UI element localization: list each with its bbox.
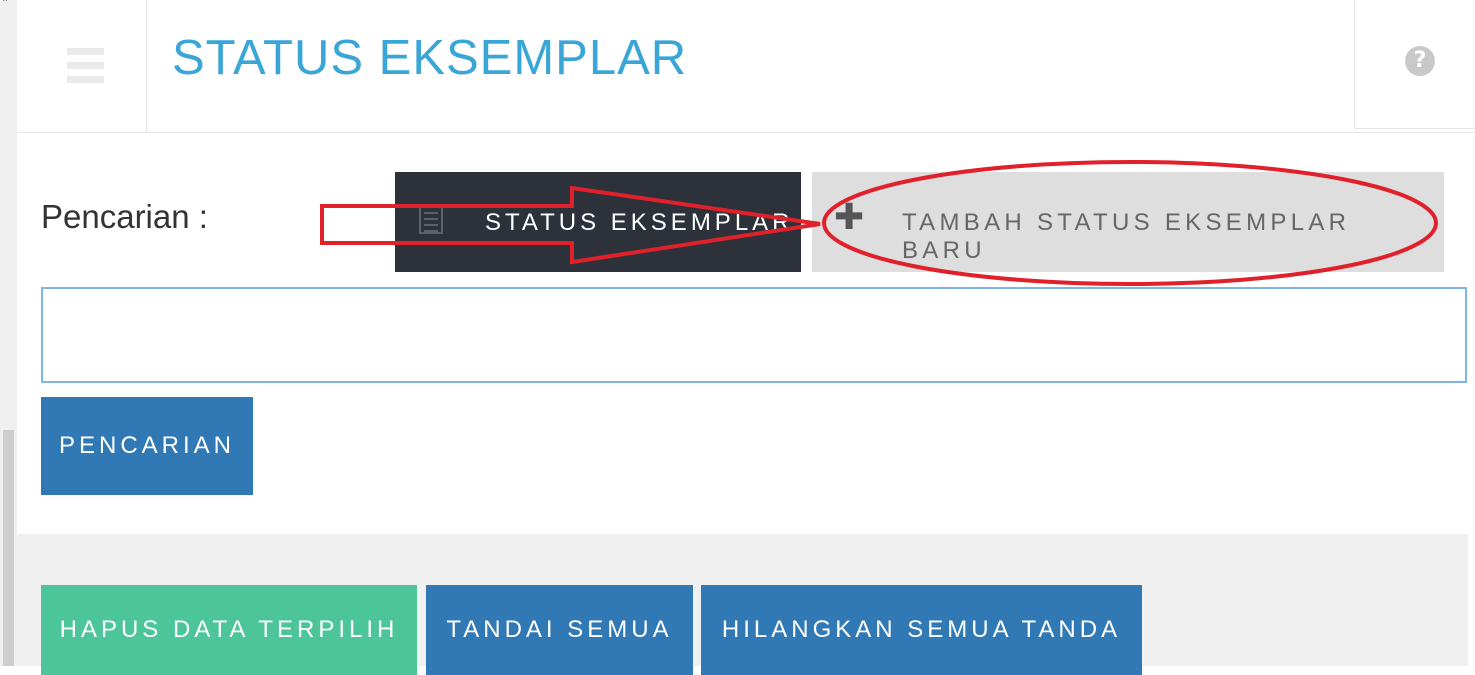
search-input[interactable] xyxy=(41,287,1467,383)
scroll-up-arrow-icon[interactable]: ˄ xyxy=(2,0,8,11)
scrollbar-thumb[interactable] xyxy=(3,430,14,666)
tab-label: STATUS EKSEMPLAR xyxy=(485,209,794,236)
page-title: STATUS EKSEMPLAR xyxy=(172,31,688,85)
delete-selected-button[interactable]: HAPUS DATA TERPILIH xyxy=(41,585,417,675)
action-bar: HAPUS DATA TERPILIH TANDAI SEMUA HILANGK… xyxy=(17,534,1468,675)
tab-tambah-status-eksemplar-baru[interactable]: ✚ TAMBAH STATUS EKSEMPLAR BARU xyxy=(812,172,1444,272)
search-button[interactable]: PENCARIAN xyxy=(41,397,253,495)
help-button[interactable]: ? xyxy=(1354,0,1475,129)
hamburger-menu-icon[interactable] xyxy=(67,48,104,84)
tab-label: TAMBAH STATUS EKSEMPLAR BARU xyxy=(902,209,1351,264)
search-label: Pencarian : xyxy=(41,198,208,235)
question-circle-icon[interactable]: ? xyxy=(1405,46,1435,76)
tab-status-eksemplar[interactable]: STATUS EKSEMPLAR xyxy=(395,172,801,272)
plus-icon: ✚ xyxy=(834,197,865,238)
menu-toggle[interactable] xyxy=(17,0,147,132)
page-header: STATUS EKSEMPLAR ? xyxy=(17,0,1475,133)
page-scrollbar[interactable]: ˄ xyxy=(0,0,17,666)
unmark-all-button[interactable]: HILANGKAN SEMUA TANDA xyxy=(701,585,1142,675)
mark-all-button[interactable]: TANDAI SEMUA xyxy=(426,585,693,675)
list-icon xyxy=(419,206,443,234)
